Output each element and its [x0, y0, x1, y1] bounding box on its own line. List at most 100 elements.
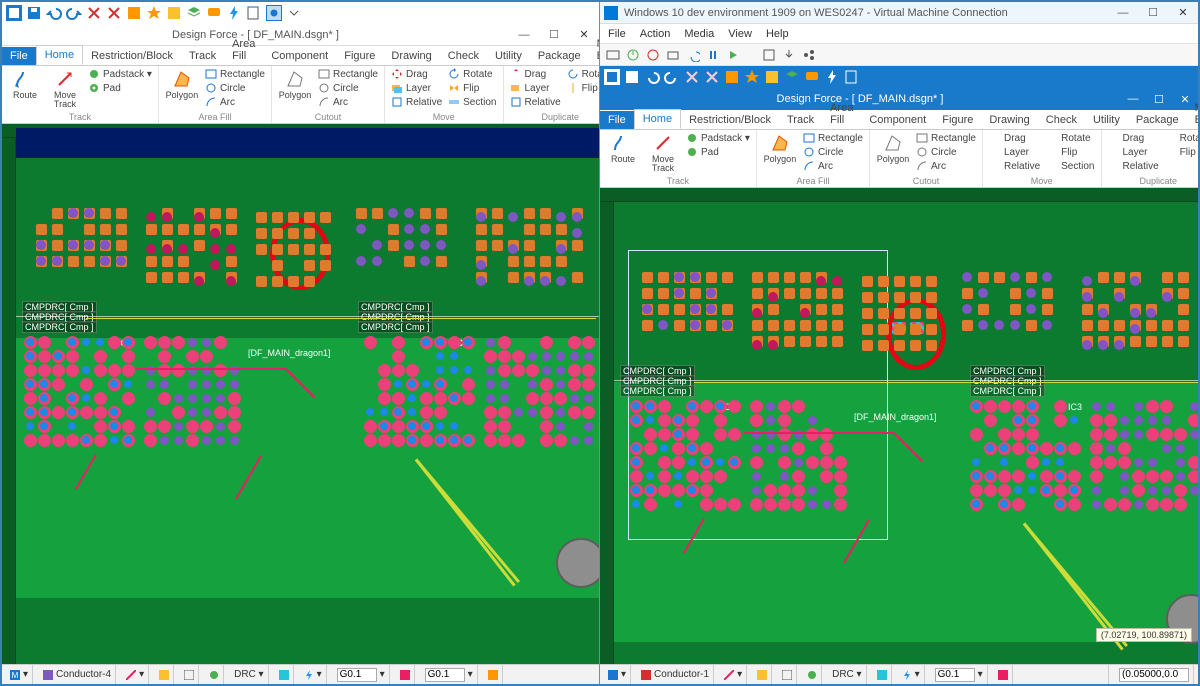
pad[interactable]: [540, 256, 551, 267]
via[interactable]: [464, 394, 473, 403]
via[interactable]: [1070, 500, 1079, 509]
pad[interactable]: [1178, 272, 1189, 283]
via[interactable]: [1026, 288, 1036, 298]
via[interactable]: [660, 444, 668, 452]
via[interactable]: [54, 436, 63, 445]
via[interactable]: [40, 380, 48, 388]
via[interactable]: [486, 394, 495, 403]
via[interactable]: [1000, 472, 1009, 481]
via[interactable]: [972, 458, 980, 466]
via[interactable]: [110, 338, 119, 347]
via[interactable]: [752, 340, 762, 350]
inner-tab-home[interactable]: Home: [634, 109, 681, 129]
pad[interactable]: [862, 276, 873, 287]
via[interactable]: [1082, 340, 1092, 350]
via[interactable]: [146, 436, 155, 445]
via[interactable]: [408, 366, 417, 375]
via[interactable]: [584, 338, 593, 347]
pad[interactable]: [784, 288, 795, 299]
via[interactable]: [542, 408, 551, 417]
pad[interactable]: [894, 292, 905, 303]
pad[interactable]: [476, 240, 487, 251]
via[interactable]: [124, 436, 132, 444]
via[interactable]: [436, 408, 445, 417]
via[interactable]: [216, 422, 225, 431]
via[interactable]: [26, 338, 34, 346]
pad[interactable]: [178, 272, 189, 283]
trace[interactable]: [694, 382, 994, 383]
dup-relative[interactable]: Relative: [510, 96, 561, 108]
areafill-polygon-button[interactable]: Polygon: [165, 68, 199, 100]
via[interactable]: [816, 276, 826, 286]
via[interactable]: [1130, 308, 1140, 318]
padstack-dropdown[interactable]: Padstack ▾: [88, 68, 152, 80]
via[interactable]: [716, 402, 724, 410]
x-red-icon[interactable]: [86, 5, 102, 21]
inner-tab-package[interactable]: Package: [1128, 111, 1187, 129]
pad[interactable]: [508, 256, 519, 267]
via[interactable]: [40, 422, 48, 430]
via[interactable]: [394, 338, 403, 347]
pad[interactable]: [178, 256, 189, 267]
via[interactable]: [1092, 430, 1101, 439]
pad[interactable]: [1082, 304, 1093, 315]
pad[interactable]: [356, 208, 367, 219]
vm-minimize-button[interactable]: —: [1108, 2, 1138, 24]
via[interactable]: [500, 366, 509, 375]
via[interactable]: [230, 380, 239, 389]
via[interactable]: [584, 380, 593, 389]
via[interactable]: [436, 352, 444, 360]
inner-move-section[interactable]: Section: [1046, 160, 1094, 172]
via[interactable]: [202, 422, 211, 431]
pad[interactable]: [1114, 272, 1125, 283]
via[interactable]: [436, 240, 446, 250]
via[interactable]: [1148, 402, 1157, 411]
via[interactable]: [556, 212, 566, 222]
via[interactable]: [1134, 416, 1143, 425]
via[interactable]: [570, 408, 579, 417]
via[interactable]: [194, 276, 204, 286]
via[interactable]: [674, 458, 683, 467]
via[interactable]: [702, 486, 711, 495]
inner-bolt-icon[interactable]: [824, 69, 840, 85]
tab-package[interactable]: Package: [530, 47, 589, 65]
inner-gridcolor-icon[interactable]: [998, 670, 1008, 680]
pad[interactable]: [146, 256, 157, 267]
via[interactable]: [542, 352, 551, 361]
via[interactable]: [1028, 416, 1036, 424]
via[interactable]: [1190, 458, 1198, 467]
via[interactable]: [1056, 402, 1065, 411]
via[interactable]: [26, 422, 34, 430]
tab-utility[interactable]: Utility: [487, 47, 530, 65]
via[interactable]: [514, 366, 523, 375]
via[interactable]: [202, 394, 211, 403]
vm-menu-help[interactable]: Help: [766, 28, 789, 40]
via[interactable]: [1000, 500, 1008, 508]
via[interactable]: [1098, 308, 1108, 318]
via[interactable]: [528, 380, 537, 389]
via[interactable]: [1026, 304, 1036, 314]
via[interactable]: [1092, 444, 1101, 453]
status-bolt-icon[interactable]: [304, 670, 314, 680]
pad[interactable]: [862, 324, 873, 335]
inner-x2-icon[interactable]: [704, 69, 720, 85]
via[interactable]: [646, 472, 654, 480]
via[interactable]: [674, 444, 683, 453]
via[interactable]: [730, 402, 739, 411]
via[interactable]: [1070, 472, 1079, 481]
via[interactable]: [752, 402, 761, 411]
via[interactable]: [464, 366, 472, 374]
via[interactable]: [1070, 416, 1078, 424]
inner-canvas[interactable]: CMPDRC[ Cmp ] CMPDRC[ Cmp ] CMPDRC[ Cmp …: [600, 188, 1198, 664]
pad[interactable]: [1178, 304, 1189, 315]
via[interactable]: [394, 408, 402, 416]
via[interactable]: [486, 380, 495, 389]
pad[interactable]: [894, 276, 905, 287]
via[interactable]: [210, 244, 220, 254]
pad[interactable]: [674, 304, 685, 315]
via[interactable]: [570, 394, 579, 403]
via[interactable]: [1146, 308, 1156, 318]
via[interactable]: [570, 380, 579, 389]
via[interactable]: [716, 430, 725, 439]
pad[interactable]: [978, 304, 989, 315]
